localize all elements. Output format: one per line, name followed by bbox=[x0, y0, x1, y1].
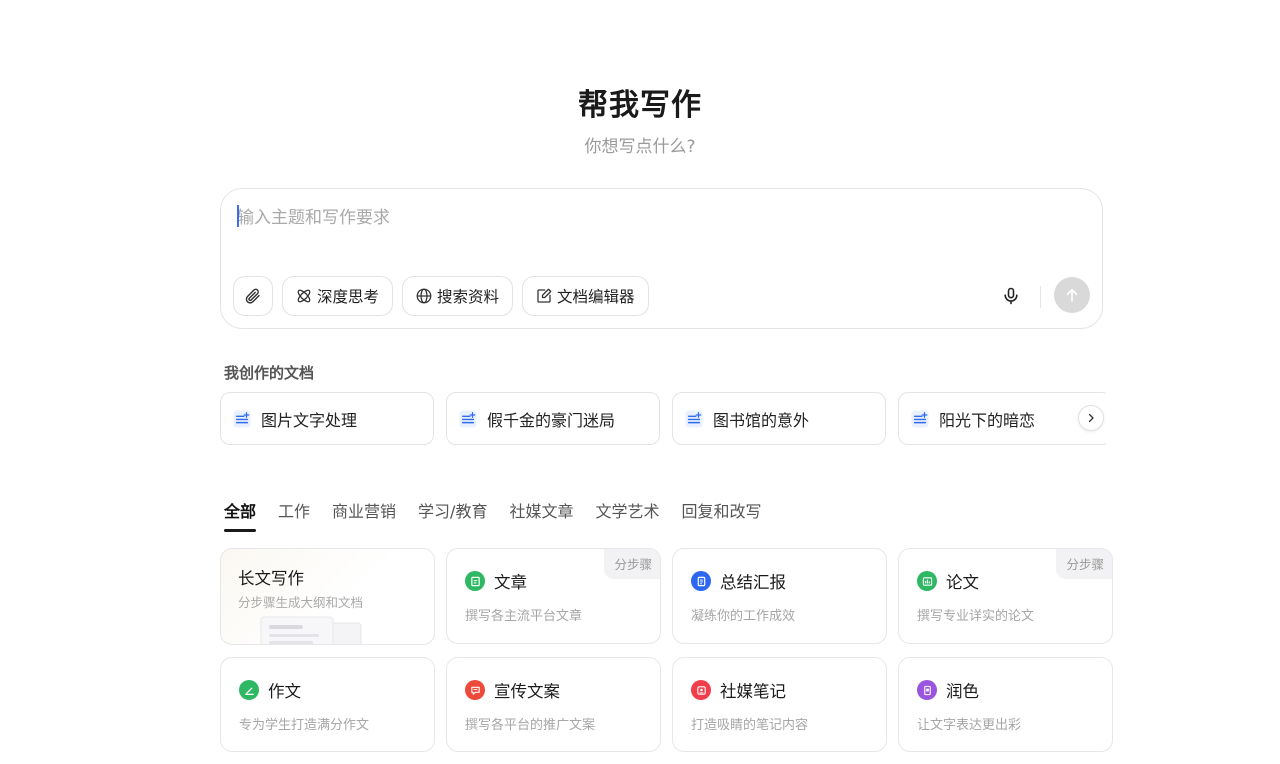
template-desc: 撰写各平台的推广文案 bbox=[465, 718, 596, 733]
template-name: 总结汇报 bbox=[720, 573, 786, 592]
doc-card[interactable]: 阳光下的暗恋 bbox=[898, 392, 1106, 445]
template-name: 宣传文案 bbox=[494, 682, 560, 701]
attach-button[interactable] bbox=[233, 276, 273, 316]
doc-list-icon bbox=[685, 409, 703, 428]
doc-title: 阳光下的暗恋 bbox=[939, 410, 1036, 430]
toolbar-divider bbox=[1040, 286, 1041, 308]
template-name: 论文 bbox=[946, 573, 979, 592]
category-tabs: 全部 工作 商业营销 学习/教育 社媒文章 文学艺术 回复和改写 bbox=[224, 498, 762, 532]
search-sources-label: 搜索资料 bbox=[437, 288, 500, 306]
doc-title: 图书馆的意外 bbox=[713, 410, 810, 430]
promo-icon bbox=[465, 680, 485, 700]
doc-card[interactable]: 图片文字处理 bbox=[220, 392, 434, 445]
document-stack-icon bbox=[260, 616, 362, 644]
template-desc: 撰写专业详实的论文 bbox=[917, 609, 1035, 624]
globe-icon bbox=[416, 288, 432, 304]
prompt-composer: 深度思考 搜索资料 文档编辑器 bbox=[220, 188, 1103, 329]
polish-icon bbox=[917, 680, 937, 700]
tab-work[interactable]: 工作 bbox=[278, 498, 310, 532]
search-sources-button[interactable]: 搜索资料 bbox=[402, 276, 514, 316]
template-social-notes[interactable]: 社媒笔记 打造吸睛的笔记内容 bbox=[672, 657, 887, 752]
doc-card[interactable]: 图书馆的意外 bbox=[672, 392, 886, 445]
page-subtitle: 你想写点什么? bbox=[584, 137, 696, 157]
my-docs-heading: 我创作的文档 bbox=[224, 364, 315, 382]
doc-title: 图片文字处理 bbox=[261, 410, 358, 430]
template-name: 作文 bbox=[268, 682, 301, 701]
doc-list-icon bbox=[233, 409, 251, 428]
docs-next-button[interactable] bbox=[1078, 405, 1104, 431]
template-desc: 打造吸睛的笔记内容 bbox=[691, 718, 809, 733]
chevron-right-icon bbox=[1088, 413, 1094, 423]
tab-education[interactable]: 学习/教育 bbox=[418, 498, 487, 532]
article-icon bbox=[465, 571, 485, 591]
composer-toolbar: 深度思考 搜索资料 文档编辑器 bbox=[233, 276, 649, 316]
template-promo-copy[interactable]: 宣传文案 撰写各平台的推广文案 bbox=[446, 657, 661, 752]
tab-marketing[interactable]: 商业营销 bbox=[332, 498, 396, 532]
tab-rewrite[interactable]: 回复和改写 bbox=[681, 498, 761, 532]
tab-social[interactable]: 社媒文章 bbox=[509, 498, 573, 532]
report-icon bbox=[691, 571, 711, 591]
step-badge: 分步骤 bbox=[1056, 549, 1112, 579]
template-polish[interactable]: 润色 让文字表达更出彩 bbox=[898, 657, 1113, 752]
template-essay[interactable]: 作文 专为学生打造满分作文 bbox=[220, 657, 435, 752]
essay-icon bbox=[239, 680, 259, 700]
template-desc: 让文字表达更出彩 bbox=[917, 718, 1022, 733]
send-button[interactable] bbox=[1054, 277, 1090, 313]
text-caret bbox=[237, 205, 239, 227]
atom-icon bbox=[297, 289, 311, 303]
doc-editor-label: 文档编辑器 bbox=[557, 288, 635, 306]
thesis-icon bbox=[917, 571, 937, 591]
doc-list-icon bbox=[459, 409, 477, 428]
template-long-writing[interactable]: 长文写作 分步骤生成大纲和文档 bbox=[220, 548, 435, 645]
doc-list-icon bbox=[911, 409, 929, 428]
voice-input-button[interactable] bbox=[998, 283, 1024, 309]
template-name: 文章 bbox=[494, 573, 527, 592]
tab-literature[interactable]: 文学艺术 bbox=[595, 498, 659, 532]
template-desc: 专为学生打造满分作文 bbox=[239, 718, 370, 733]
doc-card[interactable]: 假千金的豪门迷局 bbox=[446, 392, 660, 445]
template-desc: 分步骤生成大纲和文档 bbox=[238, 595, 364, 610]
microphone-icon bbox=[1004, 287, 1018, 305]
template-thesis[interactable]: 分步骤 论文 撰写专业详实的论文 bbox=[898, 548, 1113, 644]
doc-editor-button[interactable]: 文档编辑器 bbox=[522, 276, 649, 316]
template-name: 社媒笔记 bbox=[720, 682, 786, 701]
template-name: 润色 bbox=[946, 682, 979, 701]
my-docs-list: 图片文字处理 假千金的豪门迷局 图书馆的意外 阳光下的暗恋 bbox=[220, 392, 1106, 446]
paperclip-icon bbox=[245, 288, 260, 304]
arrow-up-icon bbox=[1066, 288, 1078, 302]
page-title: 帮我写作 bbox=[578, 88, 702, 123]
template-article[interactable]: 分步骤 文章 撰写各主流平台文章 bbox=[446, 548, 661, 644]
prompt-input[interactable] bbox=[237, 203, 1077, 253]
social-notes-icon bbox=[691, 680, 711, 700]
deep-think-label: 深度思考 bbox=[317, 288, 380, 306]
edit-doc-icon bbox=[537, 288, 552, 303]
tab-all[interactable]: 全部 bbox=[224, 498, 257, 532]
step-badge: 分步骤 bbox=[604, 549, 660, 579]
doc-title: 假千金的豪门迷局 bbox=[487, 410, 616, 430]
template-name: 长文写作 bbox=[238, 569, 304, 588]
template-desc: 撰写各主流平台文章 bbox=[465, 609, 583, 624]
template-desc: 凝练你的工作成效 bbox=[691, 609, 796, 624]
deep-think-button[interactable]: 深度思考 bbox=[282, 276, 394, 316]
template-summary-report[interactable]: 总结汇报 凝练你的工作成效 bbox=[672, 548, 887, 644]
